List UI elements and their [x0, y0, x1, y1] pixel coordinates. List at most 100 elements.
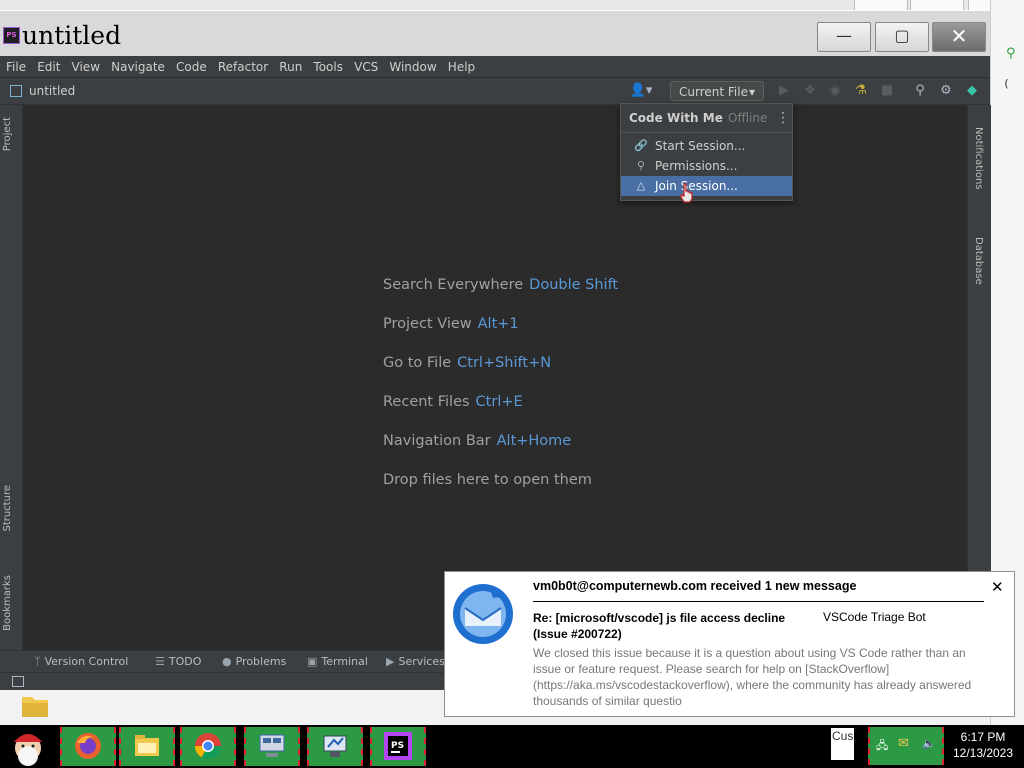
hint-project-view: Project View Alt+1: [383, 316, 519, 332]
menu-code[interactable]: Code: [176, 57, 207, 78]
navigation-bar: untitled 👤▾ Current File ▾ ▶ ❖ ◉ ⚗ ■ ⚲ ⚙ …: [0, 78, 990, 105]
chrome-taskbar-button[interactable]: [180, 727, 236, 766]
minimize-button[interactable]: —: [817, 22, 871, 52]
run-icon[interactable]: ▶: [775, 82, 793, 100]
network-tray-icon[interactable]: 🖧: [876, 737, 888, 756]
popup-header: Code With Me Offline ⋮: [621, 104, 792, 133]
stop-icon[interactable]: ■: [878, 82, 896, 100]
search-icon[interactable]: ⚲: [911, 82, 929, 100]
breadcrumb-project[interactable]: untitled: [29, 78, 75, 104]
file-manager-taskbar-button[interactable]: [119, 727, 175, 766]
right-tool-strip: Notifications Database: [967, 105, 991, 650]
hint-search-everywhere: Search Everywhere Double Shift: [383, 277, 619, 293]
notification-title: vm0b0t@computernewb.com received 1 new m…: [533, 579, 857, 593]
close-button[interactable]: ✕: [932, 22, 986, 52]
firefox-icon: [75, 733, 101, 759]
mail-tray-icon[interactable]: ✉: [898, 736, 909, 751]
bookmarks-tab[interactable]: Bookmarks: [2, 575, 13, 631]
tab-terminal[interactable]: ▣ Terminal: [307, 651, 368, 673]
message-sender: VSCode Triage Bot: [823, 610, 926, 624]
svg-text:PS: PS: [391, 741, 404, 751]
message-subject: Re: [microsoft/vscode] js file access de…: [533, 611, 786, 641]
maximize-icon: ▢: [894, 26, 910, 45]
folder-icon: [22, 697, 48, 717]
menu-view[interactable]: View: [72, 57, 100, 78]
maximize-button[interactable]: ▢: [875, 22, 929, 52]
link-icon: 🔗: [634, 139, 648, 152]
code-with-me-icon[interactable]: 👤▾: [628, 82, 654, 100]
project-folder-icon: [10, 85, 22, 97]
menu-help[interactable]: Help: [448, 57, 475, 78]
search-icon: ⚲: [1006, 46, 1016, 61]
debug-icon[interactable]: ❖: [801, 82, 819, 100]
message-preview: We closed this issue because it is a que…: [533, 646, 972, 708]
hint-go-to-file: Go to File Ctrl+Shift+N: [383, 355, 552, 371]
system-tray: 🖧 ✉ 🔈: [868, 727, 944, 765]
tab-version-control[interactable]: ᛉ Version Control: [34, 651, 128, 673]
title-bar[interactable]: PS untitled — ▢ ✕: [0, 10, 990, 57]
thunderbird-icon: [453, 584, 513, 644]
notification-close-icon[interactable]: ✕: [991, 578, 1004, 596]
structure-tab[interactable]: Structure: [2, 485, 13, 532]
tab-todo[interactable]: ☰ TODO: [155, 651, 201, 673]
hand-pointer-cursor-icon: [680, 183, 693, 203]
menu-run[interactable]: Run: [279, 57, 302, 78]
phpstorm-taskbar-button[interactable]: PS: [370, 727, 426, 766]
menu-file[interactable]: File: [6, 57, 26, 78]
hint-recent-files: Recent Files Ctrl+E: [383, 394, 523, 410]
join-icon: △: [636, 179, 646, 192]
more-options-icon[interactable]: ⋮: [776, 104, 790, 132]
menu-edit[interactable]: Edit: [37, 57, 60, 78]
menu-vcs[interactable]: VCS: [354, 57, 378, 78]
left-tool-strip: Project Structure Bookmarks: [0, 105, 23, 650]
background-window-top: [0, 0, 1024, 11]
volume-tray-icon[interactable]: 🔈: [922, 737, 936, 750]
database-tab[interactable]: Database: [973, 237, 984, 285]
mail-notification[interactable]: vm0b0t@computernewb.com received 1 new m…: [444, 571, 1015, 717]
firefox-taskbar-button[interactable]: [60, 727, 116, 766]
menu-navigate[interactable]: Navigate: [111, 57, 165, 78]
menu-tools[interactable]: Tools: [313, 57, 343, 78]
chrome-icon: [194, 733, 222, 760]
popup-title: Code With Me: [629, 111, 723, 125]
session-status: Offline: [728, 111, 768, 125]
phpstorm-icon: PS: [384, 732, 412, 760]
coverage-icon[interactable]: ◉: [826, 82, 844, 100]
list-icon: ☰: [155, 655, 165, 668]
minimize-icon: —: [836, 26, 852, 45]
chevron-down-icon: ▾: [748, 85, 755, 99]
settings-gear-icon[interactable]: ⚙: [937, 82, 955, 100]
run-config-selector[interactable]: Current File ▾: [670, 81, 764, 101]
clock[interactable]: 6:17 PM 12/13/2023: [944, 729, 1022, 761]
jetbrains-ai-icon[interactable]: ◆: [963, 82, 981, 100]
hint-navigation-bar: Navigation Bar Alt+Home: [383, 433, 572, 449]
terminal-icon: ▣: [307, 655, 318, 668]
profiler-icon[interactable]: ⚗: [852, 82, 870, 100]
start-menu-icon[interactable]: [2, 726, 54, 767]
notifications-tab[interactable]: Notifications: [973, 127, 984, 190]
join-session-item[interactable]: △ Join Session...: [621, 176, 792, 196]
menu-bar: File Edit View Navigate Code Refactor Ru…: [0, 56, 990, 78]
hint-drop-files: Drop files here to open them: [383, 472, 592, 488]
key-icon: ⚲: [636, 159, 646, 172]
permissions-item[interactable]: ⚲ Permissions...: [621, 156, 792, 176]
info-icon: ●: [222, 655, 232, 668]
menu-refactor[interactable]: Refactor: [218, 57, 268, 78]
tab-services[interactable]: ▶ Services: [386, 651, 445, 673]
code-with-me-popup: Code With Me Offline ⋮ 🔗 Start Session..…: [620, 103, 793, 201]
layout-icon[interactable]: [12, 676, 24, 687]
start-session-item[interactable]: 🔗 Start Session...: [621, 136, 792, 156]
window-title: untitled: [22, 21, 122, 50]
taskbar-input[interactable]: Cus: [831, 728, 854, 760]
network-taskbar-button[interactable]: [244, 727, 300, 766]
menu-window[interactable]: Window: [389, 57, 436, 78]
file-manager-icon: [135, 735, 159, 756]
network-icon: [259, 734, 285, 757]
branch-icon: ᛉ: [34, 655, 41, 668]
system-taskbar-button[interactable]: [307, 727, 363, 766]
phpstorm-logo-icon: PS: [3, 27, 20, 44]
project-tab[interactable]: Project: [2, 117, 13, 151]
system-icon: [323, 735, 347, 757]
editor-empty-area[interactable]: Search Everywhere Double Shift Project Vi…: [23, 105, 967, 650]
tab-problems[interactable]: ● Problems: [222, 651, 286, 673]
